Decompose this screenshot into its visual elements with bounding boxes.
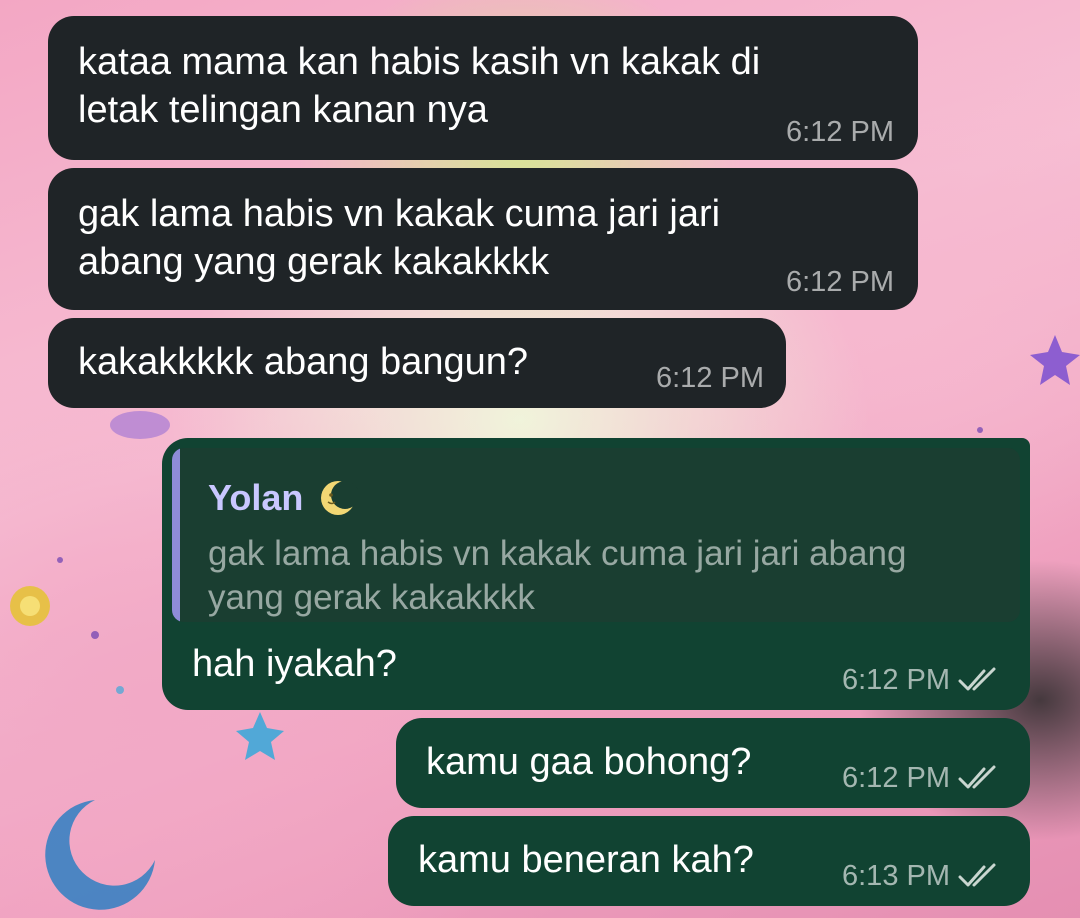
read-double-check-icon <box>958 765 996 789</box>
message-bubble-incoming[interactable]: kataa mama kan habis kasih vn kakak di l… <box>48 16 918 160</box>
message-timestamp: 6:13 PM <box>842 860 950 892</box>
message-bubble-outgoing[interactable]: kamu gaa bohong? 6:12 PM <box>396 718 1030 808</box>
read-double-check-icon <box>958 667 996 691</box>
message-bubble-outgoing[interactable]: Yolan gak lama habis vn kakak cuma jari … <box>162 438 1030 710</box>
message-timestamp: 6:12 PM <box>786 116 894 148</box>
message-text: kataa mama kan habis kasih vn kakak di l… <box>78 41 761 131</box>
reply-quoted-text: gak lama habis vn kakak cuma jari jari a… <box>208 534 907 617</box>
reply-sender-name: Yolan <box>208 477 304 518</box>
reply-accent-bar <box>172 448 180 622</box>
message-text: hah iyakah? <box>192 643 397 685</box>
message-bubble-incoming[interactable]: gak lama habis vn kakak cuma jari jari a… <box>48 168 918 310</box>
message-bubble-outgoing[interactable]: kamu beneran kah? 6:13 PM <box>388 816 1030 906</box>
message-text: kamu gaa bohong? <box>426 741 752 783</box>
message-text: kakakkkkk abang bangun? <box>78 341 528 383</box>
moon-icon <box>321 481 358 515</box>
message-timestamp: 6:12 PM <box>656 362 764 394</box>
message-timestamp: 6:12 PM <box>786 266 894 298</box>
message-text: kamu beneran kah? <box>418 839 754 881</box>
message-text: gak lama habis vn kakak cuma jari jari a… <box>78 193 721 283</box>
reply-quote[interactable]: Yolan gak lama habis vn kakak cuma jari … <box>172 448 1020 622</box>
read-double-check-icon <box>958 863 996 887</box>
message-timestamp: 6:12 PM <box>842 664 950 696</box>
message-bubble-incoming[interactable]: kakakkkkk abang bangun? 6:12 PM <box>48 318 786 408</box>
message-timestamp: 6:12 PM <box>842 762 950 794</box>
